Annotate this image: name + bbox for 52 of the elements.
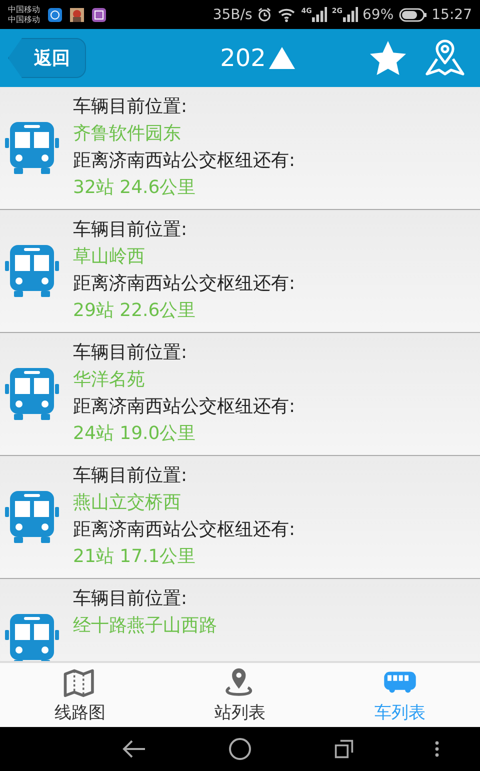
signal-icon <box>342 7 358 22</box>
bus-location: 华洋名苑 <box>73 368 146 392</box>
bus-location: 草山岭西 <box>73 245 146 269</box>
wifi-icon <box>277 7 296 22</box>
bus-list-item[interactable]: 车辆目前位置: 华洋名苑 距离济南西站公交枢纽还有: 24站 19.0公里 <box>0 333 480 456</box>
bus-list-item[interactable]: 车辆目前位置: 经十路燕子山西路 <box>0 579 480 661</box>
distance-label: 距离济南西站公交枢纽还有: <box>73 272 296 296</box>
location-label: 车辆目前位置: <box>73 341 188 365</box>
distance-label: 距离济南西站公交枢纽还有: <box>73 149 296 173</box>
map-icon <box>63 666 97 696</box>
carrier-name: 中国移动 <box>8 4 40 14</box>
location-label: 车辆目前位置: <box>73 587 188 611</box>
triangle-icon <box>268 46 296 70</box>
bus-icon <box>5 491 59 543</box>
distance-value: 29站 22.6公里 <box>73 299 197 323</box>
tab[interactable]: 线路图 <box>0 663 160 727</box>
location-label: 车辆目前位置: <box>73 464 188 488</box>
distance-value: 21站 17.1公里 <box>73 545 197 569</box>
bus-icon <box>5 122 59 174</box>
bus-list-item[interactable]: 车辆目前位置: 燕山立交桥西 距离济南西站公交枢纽还有: 21站 17.1公里 <box>0 456 480 579</box>
network-speed: 35B/s <box>212 6 252 22</box>
alarm-icon <box>257 7 272 22</box>
bus-location: 齐鲁软件园东 <box>73 122 182 146</box>
star-icon[interactable] <box>369 40 407 76</box>
battery-icon <box>398 8 427 22</box>
bus-list-item[interactable]: 车辆目前位置: 齐鲁软件园东 距离济南西站公交枢纽还有: 32站 24.6公里 <box>0 87 480 210</box>
app-icon <box>92 8 106 22</box>
bus-icon <box>5 245 59 297</box>
back-icon <box>120 739 147 759</box>
distance-value: 32站 24.6公里 <box>73 176 197 200</box>
bus-icon <box>5 368 59 420</box>
recents-icon <box>334 739 354 759</box>
tab[interactable]: 站列表 <box>160 663 320 727</box>
distance-label: 距离济南西站公交枢纽还有: <box>73 518 296 542</box>
route-title: 202 <box>220 44 266 72</box>
location-label: 车辆目前位置: <box>73 218 188 242</box>
app-icon <box>48 8 62 22</box>
signal-icon <box>312 7 327 22</box>
bus-list-item[interactable]: 车辆目前位置: 草山岭西 距离济南西站公交枢纽还有: 29站 22.6公里 <box>0 210 480 333</box>
bus-location: 经十路燕子山西路 <box>73 614 217 638</box>
bus-location: 燕山立交桥西 <box>73 491 182 515</box>
distance-value: 24站 19.0公里 <box>73 422 197 446</box>
location-label: 车辆目前位置: <box>73 95 188 119</box>
back-button[interactable]: 返回 <box>8 38 86 78</box>
app-icon <box>70 8 84 22</box>
distance-label: 距离济南西站公交枢纽还有: <box>73 395 296 419</box>
battery-percent: 69% <box>362 6 394 22</box>
map-pin-icon[interactable] <box>425 39 465 77</box>
clock: 15:27 <box>432 6 472 22</box>
carrier-name: 中国移动 <box>8 14 40 24</box>
home-icon <box>228 737 252 761</box>
more-icon <box>435 741 440 757</box>
